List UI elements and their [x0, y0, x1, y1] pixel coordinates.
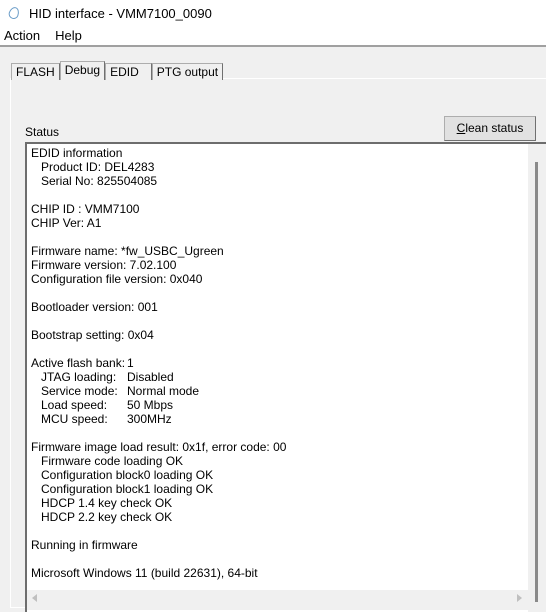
tab-edid[interactable]: EDID — [105, 63, 152, 80]
status-line — [31, 230, 286, 244]
status-line — [31, 314, 286, 328]
status-line — [31, 342, 286, 356]
menu-help[interactable]: Help — [51, 28, 86, 43]
status-line: Configuration block0 loading OK — [41, 468, 214, 482]
clean-status-button[interactable]: Clean status — [444, 116, 536, 141]
line-label: Service mode: — [41, 384, 118, 398]
status-line — [31, 286, 286, 300]
status-lines: EDID information Product ID: DEL4283 Seria… — [31, 146, 286, 580]
status-line: CHIP Ver: A1 — [31, 216, 102, 230]
status-line: Firmware name: *fw_USBC_Ugreen — [31, 244, 224, 258]
status-line: Bootstrap setting: 0x04 — [31, 328, 154, 342]
line-label: Load speed: — [41, 398, 108, 412]
status-line: CHIP ID : VMM7100 — [31, 202, 140, 216]
mnemonic: C — [456, 121, 466, 135]
line-label: JTAG loading: — [41, 370, 117, 384]
tab-strip: FLASH Debug EDID PTG output — [11, 61, 224, 80]
droplet-icon — [7, 5, 21, 21]
scroll-thumb[interactable] — [535, 162, 538, 602]
menu-action[interactable]: Action — [0, 28, 44, 43]
status-line: Firmware code loading OK — [41, 454, 184, 468]
line-value: 50 Mbps — [127, 398, 174, 412]
status-line: Configuration file version: 0x040 — [31, 272, 203, 286]
line-label: Active flash bank: — [31, 356, 126, 370]
vertical-scrollbar[interactable] — [528, 144, 546, 612]
tab-ptg-output[interactable]: PTG output — [151, 63, 224, 80]
status-line: Service mode: Normal mode — [31, 384, 286, 398]
status-line: Running in firmware — [31, 538, 138, 552]
button-label: lean status — [465, 121, 524, 135]
status-line: Load speed: 50 Mbps — [31, 398, 286, 412]
tab-flash[interactable]: FLASH — [11, 63, 60, 80]
menu-bar: Action Help — [0, 26, 546, 47]
line-label: MCU speed: — [41, 412, 108, 426]
status-line: EDID information — [31, 146, 123, 160]
status-line — [31, 552, 286, 566]
status-line: HDCP 1.4 key check OK — [41, 496, 173, 510]
status-line — [31, 188, 286, 202]
status-line: Microsoft Windows 11 (build 22631), 64-b… — [31, 566, 258, 580]
status-line: Configuration block1 loading OK — [41, 482, 214, 496]
tab-debug[interactable]: Debug — [59, 61, 106, 80]
status-label: Status — [25, 125, 60, 139]
line-value: Disabled — [127, 370, 174, 384]
status-line: Firmware image load result: 0x1f, error … — [31, 440, 287, 454]
status-line: MCU speed: 300MHz — [31, 412, 286, 426]
status-line — [31, 426, 286, 440]
title-bar: HID interface - VMM7100_0090 — [0, 0, 546, 26]
scroll-left-icon[interactable] — [32, 594, 37, 602]
scroll-right-icon[interactable] — [517, 594, 522, 602]
status-line: Firmware version: 7.02.100 — [31, 258, 177, 272]
line-value: 1 — [127, 356, 134, 370]
status-line: JTAG loading: Disabled — [31, 370, 286, 384]
line-value: Normal mode — [127, 384, 200, 398]
status-line: HDCP 2.2 key check OK — [41, 510, 173, 524]
status-line: Product ID: DEL4283 — [41, 160, 155, 174]
status-line: Bootloader version: 001 — [31, 300, 158, 314]
line-value: 300MHz — [127, 412, 172, 426]
status-textbox[interactable]: EDID information Product ID: DEL4283 Seria… — [25, 142, 546, 612]
status-line — [31, 524, 286, 538]
horizontal-scrollbar[interactable] — [27, 590, 530, 610]
status-line: Serial No: 825504085 — [41, 174, 158, 188]
status-line: Active flash bank: 1 — [31, 356, 286, 370]
window-title: HID interface - VMM7100_0090 — [29, 5, 212, 21]
